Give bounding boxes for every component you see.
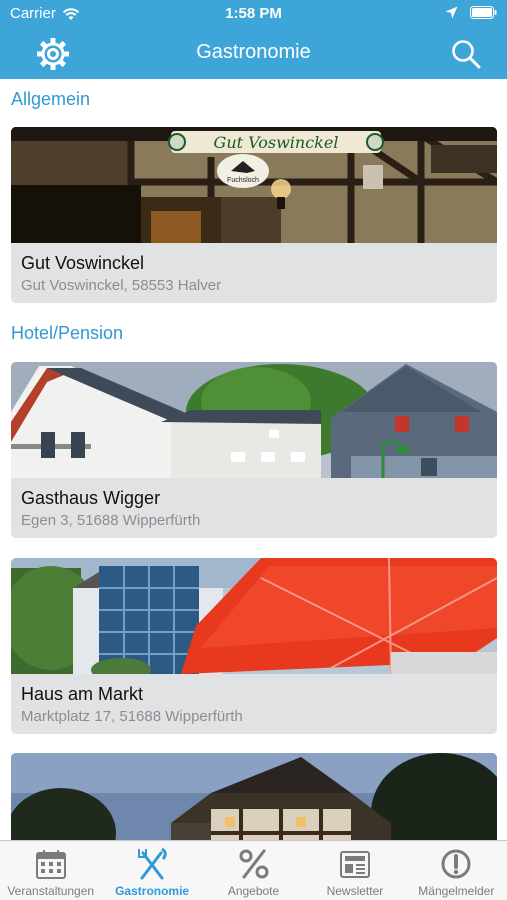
section-header-allgemein: Allgemein	[11, 89, 91, 109]
venue-photo: Gut Voswinckel Fuchsloch	[11, 127, 497, 243]
tab-angebote[interactable]: Angebote	[203, 841, 304, 900]
list-item-gasthaus-wigger[interactable]: Gasthaus Wigger Egen 3, 51688 Wipperfürt…	[11, 362, 497, 538]
tab-maengelmelder[interactable]: Mängelmelder	[406, 841, 507, 900]
page-title: Gastronomie	[196, 41, 311, 63]
venue-info: Gut Voswinckel Gut Voswinckel, 58553 Hal…	[11, 243, 497, 303]
list-item-haus-am-markt[interactable]: Haus am Markt Marktplatz 17, 51688 Wippe…	[11, 558, 497, 734]
tab-label: Mängelmelder	[418, 884, 495, 898]
navigation-bar: Gastronomie	[0, 28, 507, 79]
list-item-partial[interactable]	[11, 753, 497, 840]
battery-icon	[470, 6, 497, 19]
search-button[interactable]	[449, 37, 483, 71]
newspaper-icon	[339, 851, 370, 878]
percent-icon	[239, 849, 269, 879]
sign-text: Gut Voswinckel	[214, 133, 339, 152]
status-right	[445, 6, 497, 19]
sub-sign-text: Fuchsloch	[227, 177, 259, 184]
tab-veranstaltungen[interactable]: Veranstaltungen	[0, 841, 101, 900]
alert-icon	[441, 849, 471, 879]
venue-name: Gut Voswinckel	[21, 253, 145, 273]
cutlery-icon	[138, 847, 167, 880]
venue-address: Egen 3, 51688 Wipperfürth	[21, 512, 201, 529]
venue-address: Marktplatz 17, 51688 Wipperfürth	[21, 708, 243, 725]
venue-photo	[11, 362, 497, 478]
venue-info: Haus am Markt Marktplatz 17, 51688 Wippe…	[11, 674, 497, 734]
venue-info: Gasthaus Wigger Egen 3, 51688 Wipperfürt…	[11, 478, 497, 538]
tab-label: Newsletter	[326, 884, 384, 898]
venue-name: Haus am Markt	[21, 684, 144, 704]
venue-address: Gut Voswinckel, 58553 Halver	[21, 277, 222, 294]
calendar-icon	[35, 850, 66, 879]
section-header-hotel-pension: Hotel/Pension	[11, 323, 124, 343]
list-item-gut-voswinckel[interactable]: Gut Voswinckel Fuchsloch Gut Voswinckel …	[11, 127, 497, 303]
tab-bar: Veranstaltungen Gastronomie Angebote New…	[0, 840, 507, 900]
tab-gastronomie[interactable]: Gastronomie	[101, 841, 202, 900]
restaurant-list[interactable]: Allgemein Gut Voswinckel Fuchsloch Gut V…	[0, 79, 507, 840]
tab-label: Veranstaltungen	[7, 884, 95, 898]
venue-photo	[11, 753, 497, 840]
venue-photo	[11, 558, 497, 674]
tab-newsletter[interactable]: Newsletter	[304, 841, 405, 900]
location-arrow-icon	[445, 6, 458, 19]
clock: 1:58 PM	[225, 5, 282, 22]
tab-label: Angebote	[227, 884, 280, 898]
tab-label: Gastronomie	[115, 884, 190, 898]
venue-name: Gasthaus Wigger	[21, 488, 161, 508]
search-icon	[452, 40, 481, 69]
status-bar: Carrier 1:58 PM	[0, 0, 507, 28]
